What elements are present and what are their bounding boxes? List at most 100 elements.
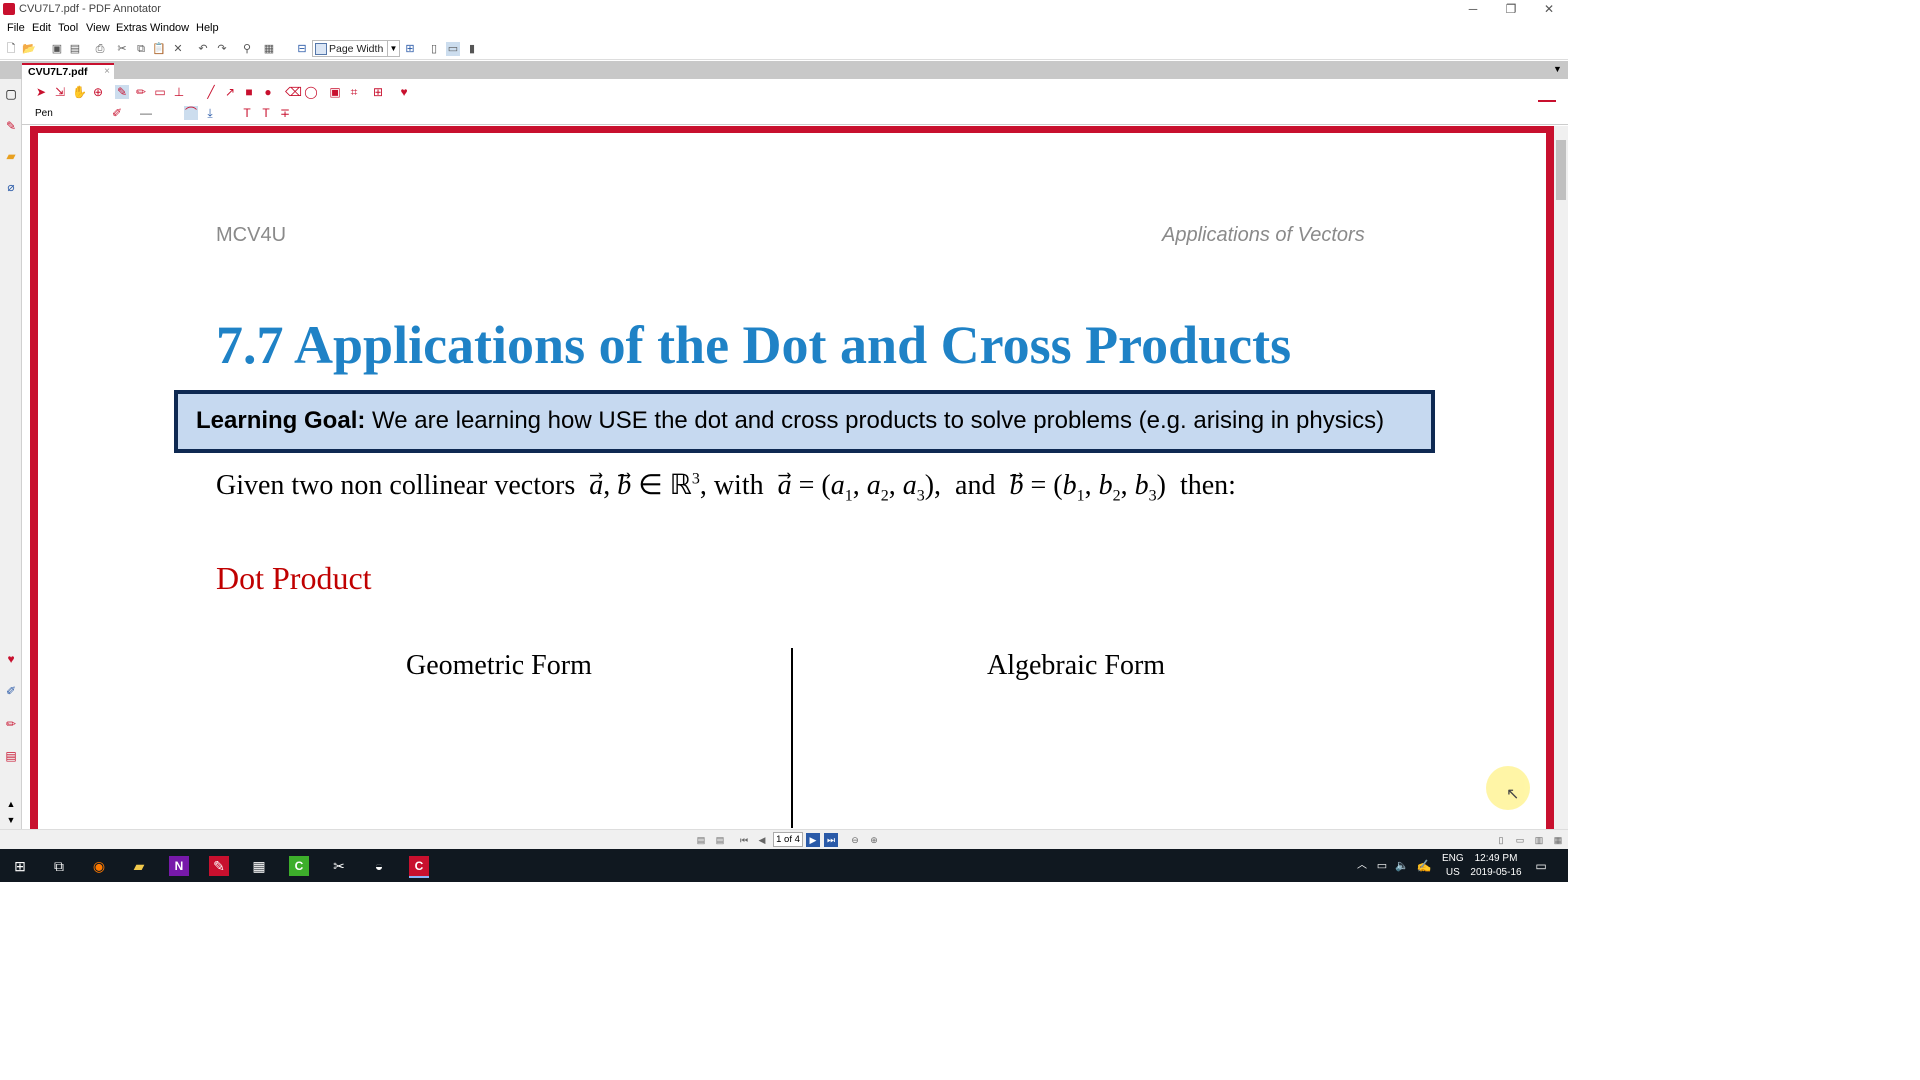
- calculator-icon[interactable]: ▦: [249, 856, 269, 876]
- rectangle-tool-icon[interactable]: ■: [242, 85, 256, 99]
- menu-file[interactable]: File: [7, 22, 25, 34]
- save-all-icon[interactable]: ▤: [68, 42, 82, 56]
- zoom-in-icon[interactable]: ⊞: [403, 42, 417, 56]
- delete-icon[interactable]: ✕: [171, 42, 185, 56]
- page-indicator[interactable]: 1 of 4: [773, 832, 803, 847]
- camtasia-recorder-icon[interactable]: C: [409, 856, 429, 876]
- side-stamp-icon[interactable]: ▤: [4, 749, 18, 763]
- select-arrow-icon[interactable]: ➤: [34, 85, 48, 99]
- brain-app-icon[interactable]: ◒: [369, 856, 389, 876]
- new-icon[interactable]: 🗋: [4, 42, 18, 56]
- marker-tool-icon[interactable]: ✏: [134, 85, 148, 99]
- stamp-tool-icon[interactable]: ⊥: [172, 85, 186, 99]
- attachments-panel-icon[interactable]: ⌀: [4, 180, 18, 194]
- straight-line-icon[interactable]: ⤓: [203, 106, 217, 120]
- chevron-down-icon[interactable]: ▼: [387, 41, 399, 56]
- print-icon[interactable]: ⎙: [93, 42, 107, 56]
- pen-workspace-icon[interactable]: ✍: [1414, 856, 1434, 876]
- eraser-tool-icon[interactable]: ⌫: [285, 85, 302, 99]
- tab-document[interactable]: CVU7L7.pdf ×: [22, 63, 114, 79]
- highlight-style-icon[interactable]: T: [259, 106, 273, 120]
- find-icon[interactable]: ⚲: [240, 42, 254, 56]
- firefox-icon[interactable]: ◉: [89, 856, 109, 876]
- annotations-panel-icon[interactable]: ✎: [4, 119, 18, 133]
- zoom-out-icon[interactable]: ⊟: [295, 42, 309, 56]
- vertical-scrollbar[interactable]: [1554, 126, 1568, 829]
- bookmarks-panel-icon[interactable]: ▰: [4, 149, 18, 163]
- prev-page-icon[interactable]: ◀: [755, 833, 769, 847]
- fit-width-icon[interactable]: ▭: [446, 42, 460, 56]
- crop-tool-icon[interactable]: ⌗: [347, 85, 361, 99]
- cut-icon[interactable]: ✂: [115, 42, 129, 56]
- smooth-stroke-icon[interactable]: ⌒: [184, 106, 198, 120]
- hand-tool-icon[interactable]: ✋: [72, 85, 87, 99]
- side-scroll-down-icon[interactable]: ▼: [4, 813, 18, 827]
- close-window-button[interactable]: ✕: [1530, 0, 1568, 19]
- favorites-heart-icon[interactable]: ♥: [4, 652, 18, 666]
- pages-panel-icon[interactable]: ▢: [4, 87, 18, 101]
- save-icon[interactable]: ▣: [50, 42, 64, 56]
- pen-color-icon[interactable]: ✐: [110, 106, 124, 120]
- line-width-icon[interactable]: —: [139, 106, 153, 120]
- zoom-select[interactable]: Page Width ▼: [312, 40, 400, 57]
- menu-view[interactable]: View: [86, 22, 110, 34]
- menu-edit[interactable]: Edit: [32, 22, 51, 34]
- redo-icon[interactable]: ↷: [215, 42, 229, 56]
- forward-icon[interactable]: ⊕: [867, 833, 881, 847]
- menu-help[interactable]: Help: [196, 22, 219, 34]
- copy-icon[interactable]: ⧉: [134, 42, 148, 56]
- arrow-tool-icon[interactable]: ↗: [223, 85, 237, 99]
- favorites-heart-icon[interactable]: ♥: [397, 85, 411, 99]
- next-page-icon[interactable]: ▶: [806, 833, 820, 847]
- start-windows-icon[interactable]: ⊞: [10, 856, 30, 876]
- minimize-button[interactable]: ─: [1454, 0, 1492, 19]
- lasso-tool-icon[interactable]: ◯: [304, 85, 318, 99]
- fullscreen-icon[interactable]: ▮: [465, 42, 479, 56]
- two-page-view-icon[interactable]: ▥: [1532, 833, 1546, 847]
- strikeout-style-icon[interactable]: ∓: [278, 106, 292, 120]
- camtasia-icon[interactable]: C: [289, 856, 309, 876]
- paste-icon[interactable]: 📋: [152, 42, 166, 56]
- text-box-tool-icon[interactable]: ▭: [153, 85, 167, 99]
- continuous-view-icon[interactable]: ▭: [1513, 833, 1527, 847]
- underline-style-icon[interactable]: T: [240, 106, 254, 120]
- panel-menu-icon[interactable]: [1538, 100, 1556, 102]
- select-text-icon[interactable]: ⇲: [53, 85, 67, 99]
- network-icon[interactable]: ▭: [1372, 856, 1392, 876]
- pdf-annotator-icon[interactable]: ✎: [209, 856, 229, 876]
- file-explorer-icon[interactable]: ▰: [129, 856, 149, 876]
- tab-list-chevron-icon[interactable]: ▼: [1553, 64, 1562, 74]
- restore-button[interactable]: ❐: [1492, 0, 1530, 19]
- clock[interactable]: 12:49 PM 2019-05-16: [1470, 852, 1522, 880]
- volume-icon[interactable]: 🔈: [1392, 856, 1412, 876]
- menu-extras[interactable]: Extras: [116, 22, 147, 34]
- line-tool-icon[interactable]: ╱: [204, 85, 218, 99]
- book-view-icon[interactable]: ▦: [1551, 833, 1565, 847]
- snipping-tool-icon[interactable]: ✂: [329, 856, 349, 876]
- task-view-icon[interactable]: ⧉: [49, 856, 69, 876]
- notifications-icon[interactable]: ▭: [1531, 856, 1551, 876]
- side-marker-icon[interactable]: ✏: [4, 717, 18, 731]
- open-icon[interactable]: 📂: [22, 42, 36, 56]
- first-page-icon[interactable]: ⏮: [737, 833, 751, 847]
- single-page-icon[interactable]: ▯: [427, 42, 441, 56]
- next-document-icon[interactable]: ▤: [713, 833, 727, 847]
- undo-icon[interactable]: ↶: [196, 42, 210, 56]
- side-scroll-up-icon[interactable]: ▲: [4, 797, 18, 811]
- camera-tool-icon[interactable]: ▣: [328, 85, 342, 99]
- onenote-icon[interactable]: N: [169, 856, 189, 876]
- menu-tool[interactable]: Tool: [58, 22, 78, 34]
- tray-chevron-icon[interactable]: ︿: [1352, 856, 1372, 876]
- language-indicator[interactable]: ENG US: [1442, 852, 1464, 880]
- zoom-tool-icon[interactable]: ⊕: [91, 85, 105, 99]
- single-page-view-icon[interactable]: ▯: [1494, 833, 1508, 847]
- prev-document-icon[interactable]: ▤: [694, 833, 708, 847]
- ellipse-tool-icon[interactable]: ●: [261, 85, 275, 99]
- pen-tool-icon[interactable]: ✎: [115, 85, 129, 99]
- menu-window[interactable]: Window: [150, 22, 189, 34]
- scrollbar-thumb[interactable]: [1556, 140, 1566, 200]
- page-layout-icon[interactable]: ▦: [262, 42, 276, 56]
- close-tab-icon[interactable]: ×: [104, 66, 110, 77]
- insert-image-icon[interactable]: ⊞: [371, 85, 385, 99]
- last-page-icon[interactable]: ⏭: [824, 833, 838, 847]
